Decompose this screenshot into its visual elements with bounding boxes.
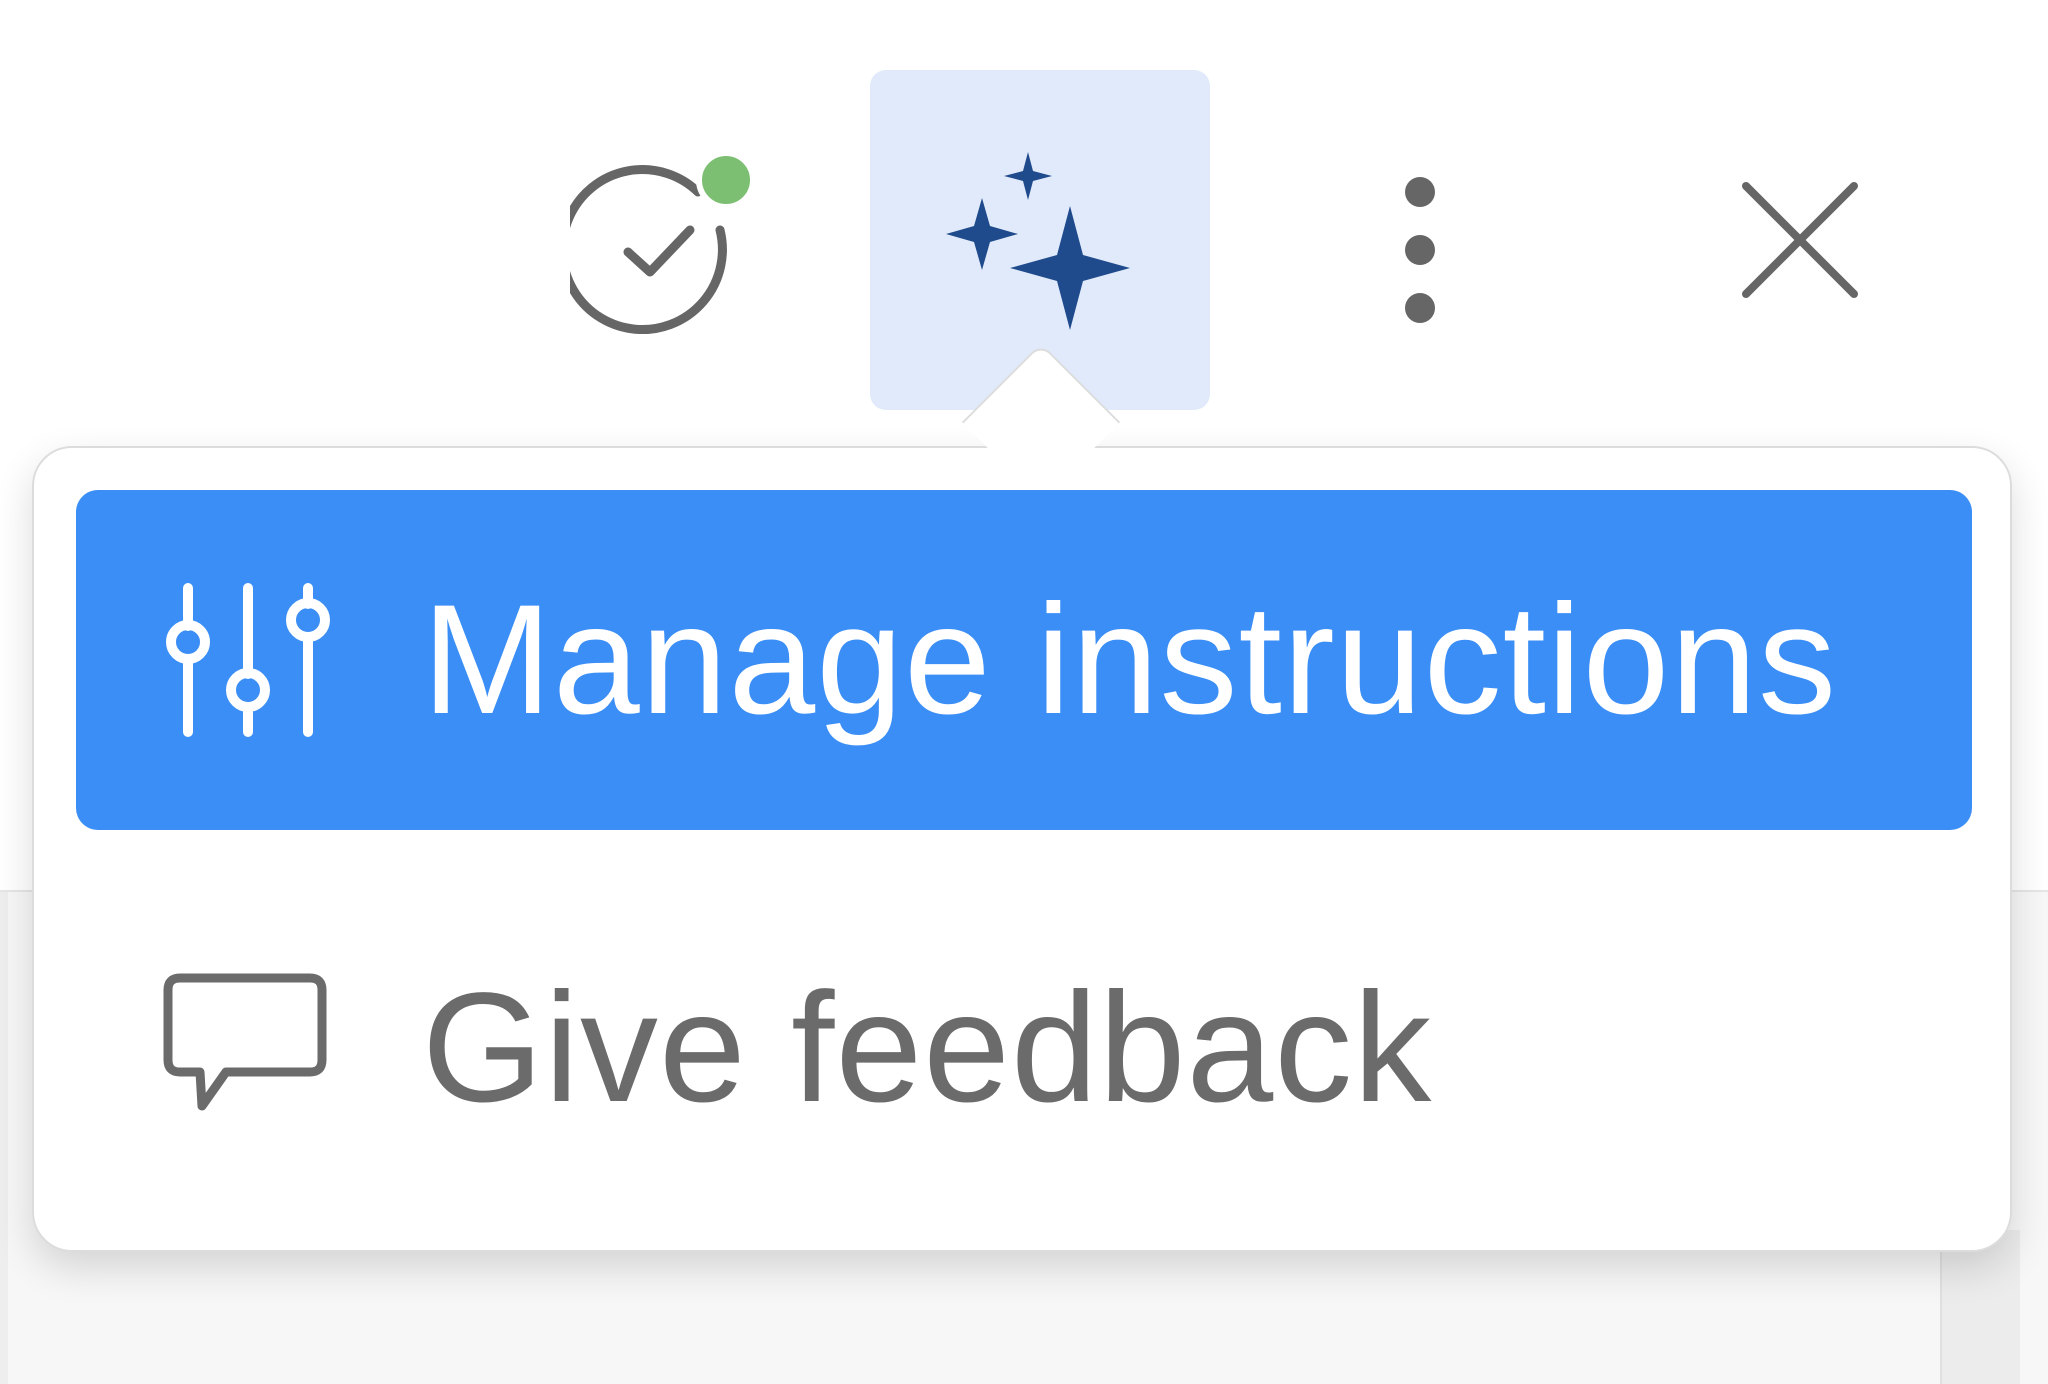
status-button[interactable] — [560, 150, 760, 350]
close-button[interactable] — [1720, 160, 1880, 320]
sliders-icon — [166, 583, 330, 737]
menu-item-label: Give feedback — [422, 961, 1433, 1135]
speech-bubble-icon — [163, 973, 327, 1111]
more-options-button[interactable] — [1360, 150, 1480, 350]
background-left-edge — [0, 892, 8, 1384]
background-scrollbar[interactable] — [1940, 1230, 2020, 1384]
menu-item-give-feedback[interactable]: Give feedback — [76, 878, 1972, 1218]
sparkles-icon — [946, 152, 1130, 330]
menu-item-label: Manage instructions — [422, 573, 1838, 747]
status-badge — [696, 150, 756, 210]
close-icon — [1742, 182, 1858, 298]
toolbar — [0, 0, 2048, 420]
vertical-ellipsis-icon — [1405, 177, 1435, 323]
menu-item-manage-instructions[interactable]: Manage instructions — [76, 490, 1972, 830]
